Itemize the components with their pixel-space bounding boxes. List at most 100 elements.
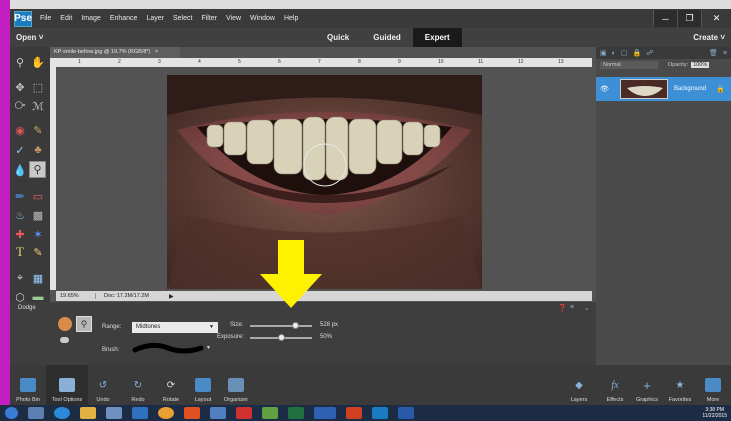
burn-tool-option-icon[interactable] (60, 337, 69, 343)
blend-mode-select[interactable]: Normal (600, 61, 658, 69)
organizer-button[interactable]: Organizer (218, 365, 254, 405)
smile-photo[interactable] (167, 75, 482, 289)
layer-row-background[interactable]: 👁 Background 🔒 (596, 77, 731, 101)
new-layer-icon[interactable]: ▣ (600, 49, 607, 57)
move-tool-icon[interactable]: ✥ (12, 80, 28, 94)
internet-explorer-icon[interactable] (54, 407, 70, 419)
menu-layer[interactable]: Layer (146, 15, 164, 22)
collapse-icon[interactable]: ⌄ (584, 304, 590, 312)
start-button-icon[interactable] (5, 407, 18, 419)
ruler-mark: 13 (558, 59, 564, 65)
taskbar-app-icon[interactable] (132, 407, 148, 419)
size-slider[interactable] (250, 325, 312, 327)
adjustment-layer-icon[interactable]: ◐ (612, 50, 616, 57)
menu-help[interactable]: Help (284, 15, 298, 22)
excel-icon[interactable] (288, 407, 304, 419)
graphics-button[interactable]: + Graphics (632, 365, 662, 405)
chrome-icon[interactable] (158, 407, 174, 419)
create-button[interactable]: Create ˅ (693, 33, 725, 42)
crop-tool-icon[interactable]: ⌖ (12, 271, 28, 285)
recompose-tool-icon[interactable]: ▦ (30, 271, 46, 285)
taskbar-app-icon[interactable] (28, 407, 44, 419)
favorites-button[interactable]: ★ Favorites (664, 365, 696, 405)
clone-stamp-tool-icon[interactable]: ♣ (30, 143, 46, 157)
menu-edit[interactable]: Edit (60, 15, 72, 22)
zoom-tool-icon[interactable]: ⚲ (12, 55, 28, 69)
size-slider-knob[interactable] (291, 322, 299, 329)
undo-button[interactable]: ↺ Undo (88, 365, 118, 405)
healing-brush-tool-icon[interactable]: ✎ (30, 123, 46, 137)
mask-icon[interactable]: ▢ (621, 49, 628, 57)
eraser-tool-icon[interactable]: ▭ (30, 189, 46, 203)
link-layers-icon[interactable]: ☍ (646, 49, 653, 57)
layers-button[interactable]: ◆ Layers (566, 365, 592, 405)
brush-tool-icon[interactable]: ✏ (12, 189, 28, 203)
paint-bucket-tool-icon[interactable]: ♨ (12, 208, 28, 222)
tool-options-button[interactable]: Tool Options (46, 365, 88, 405)
red-eye-tool-icon[interactable]: ◉ (12, 123, 28, 137)
redo-button[interactable]: ↻ Redo (123, 365, 153, 405)
custom-shape-tool-icon[interactable]: ✶ (30, 227, 46, 241)
brush-dropdown-icon[interactable]: ▼ (206, 345, 211, 351)
rotate-button[interactable]: ⟳ Rotate (156, 365, 186, 405)
file-explorer-icon[interactable] (80, 407, 96, 419)
taskbar-app-icon[interactable] (106, 407, 122, 419)
restore-icon[interactable]: ❐ (677, 10, 701, 27)
taskbar-clock[interactable]: 3:38 PM 11/22/2015 (702, 407, 727, 419)
dodge-tool-icon[interactable]: ⚲ (29, 161, 46, 178)
tab-guided[interactable]: Guided (361, 28, 413, 47)
gradient-tool-icon[interactable]: ▩ (30, 208, 46, 222)
menu-view[interactable]: View (226, 15, 241, 22)
options-menu-icon[interactable]: ≡ (570, 304, 574, 311)
photo-bin-button[interactable]: Photo Bin (10, 365, 46, 405)
help-icon[interactable]: ❓ (558, 304, 567, 312)
sponge-tool-option-icon[interactable]: ⚲ (76, 316, 92, 332)
color-picker-tool-icon[interactable]: ✚ (12, 227, 28, 241)
smart-brush-tool-icon[interactable]: ✓ (12, 143, 28, 157)
photoshop-elements-icon[interactable] (372, 407, 388, 419)
tab-expert[interactable]: Expert (412, 28, 462, 47)
document-tab[interactable]: KP-smile-before.jpg @ 19.7% (RGB/8*) × (50, 47, 180, 58)
taskbar-app-icon[interactable] (184, 407, 200, 419)
quick-selection-tool-icon[interactable]: ℳ (30, 99, 46, 113)
menu-enhance[interactable]: Enhance (110, 15, 138, 22)
menu-file[interactable]: File (40, 15, 51, 22)
app-logo-icon[interactable]: Pse (14, 10, 32, 27)
menu-filter[interactable]: Filter (201, 15, 217, 22)
brush-preview[interactable] (132, 342, 204, 356)
dodge-tool-option-icon[interactable] (58, 317, 72, 331)
eye-icon[interactable]: 👁 (600, 85, 609, 93)
lock-icon[interactable]: 🔒 (632, 49, 641, 57)
type-tool-icon[interactable]: T (12, 244, 28, 259)
hand-tool-icon[interactable]: ✋ (30, 55, 46, 69)
open-button[interactable]: Open ˅ (16, 33, 43, 42)
lasso-tool-icon[interactable]: ⧂ (12, 99, 28, 113)
menu-image[interactable]: Image (81, 15, 100, 22)
close-icon[interactable]: ✕ (701, 10, 731, 27)
layout-button[interactable]: Layout (188, 365, 218, 405)
taskbar-app-icon[interactable] (262, 407, 278, 419)
opacity-input[interactable]: 100% (691, 62, 710, 68)
status-menu-arrow-icon[interactable]: ▶ (169, 293, 174, 300)
exposure-slider-knob[interactable] (278, 334, 285, 341)
word-icon[interactable] (398, 407, 414, 419)
more-button[interactable]: More (700, 365, 726, 405)
range-select[interactable]: Midtones ▼ (132, 322, 218, 333)
effects-button[interactable]: fx Effects (602, 365, 628, 405)
panel-menu-icon[interactable]: ≡ (723, 50, 727, 57)
close-tab-icon[interactable]: × (155, 49, 158, 55)
delete-layer-icon[interactable]: 🗑 (709, 49, 718, 57)
minimize-icon[interactable]: ─ (653, 10, 677, 27)
pencil-tool-icon[interactable]: ✎ (30, 245, 46, 259)
powerpoint-icon[interactable] (346, 407, 362, 419)
menu-select[interactable]: Select (173, 15, 192, 22)
blur-tool-icon[interactable]: 💧 (12, 163, 28, 177)
marquee-tool-icon[interactable]: ⬚ (30, 80, 46, 94)
aol-icon[interactable] (314, 407, 336, 419)
taskbar-app-icon[interactable] (210, 407, 226, 419)
taskbar-app-icon[interactable] (236, 407, 252, 419)
zoom-level[interactable]: 19.65% (56, 293, 96, 299)
layout-label: Layout (194, 397, 212, 403)
menu-window[interactable]: Window (250, 15, 275, 22)
tab-quick[interactable]: Quick (315, 28, 361, 47)
